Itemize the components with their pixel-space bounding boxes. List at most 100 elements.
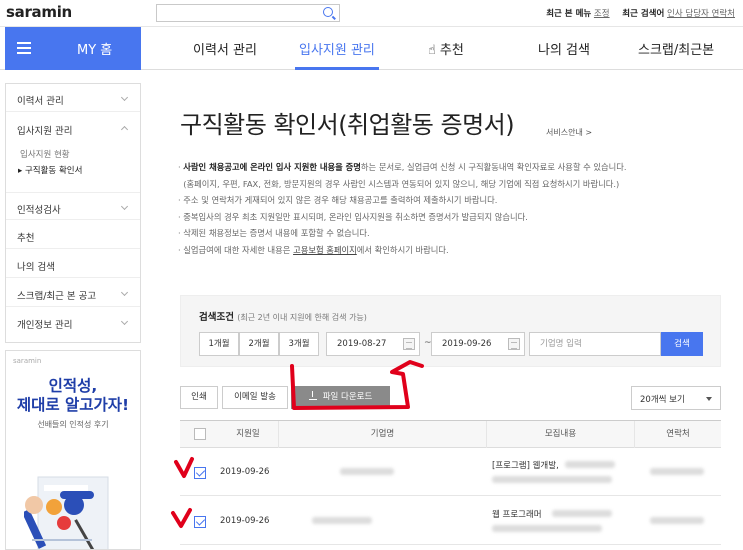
recent-search-label: 최근 검색어: [622, 9, 665, 19]
main-content: 구직활동 확인서(취업활동 증명서) 서비스안내 > · 사람인 채용공고에 온…: [156, 83, 743, 550]
notice-item: (홈페이지, 우편, FAX, 전화, 방문지원의 경우 사람인 시스템과 연동…: [178, 176, 738, 193]
sidebar: 이력서 관리 입사지원 관리 입사지원 현황 ▸ 구직활동 확인서 인적성검사 …: [5, 83, 141, 343]
recent-menu-label: 최근 본 메뉴: [546, 9, 592, 19]
notice-list: · 사람인 채용공고에 온라인 입사 지원한 내용을 증명하는 문서로, 실업급…: [178, 159, 738, 259]
notice-bold: 사람인 채용공고에 온라인 입사 지원한 내용을 증명: [183, 162, 361, 172]
sidebar-item-recommend[interactable]: 추천: [6, 221, 140, 249]
nav-recommend-label: 추천: [439, 43, 464, 58]
search-input[interactable]: [156, 4, 340, 22]
sidebar-item-label: 나의 검색: [17, 262, 55, 273]
top-bar: saramin 최근 본 메뉴 조정 최근 검색어 인사 담당자 연락처: [0, 0, 743, 27]
period-3-month-button[interactable]: 3개월: [279, 332, 319, 356]
redacted-job: [565, 461, 615, 468]
sidebar-item-my-search[interactable]: 나의 검색: [6, 250, 140, 278]
filter-title: 검색조건: [199, 312, 234, 323]
chevron-up-icon: [120, 125, 129, 134]
page-size-select[interactable]: 20개씩 보기: [631, 386, 721, 410]
search-button[interactable]: 검색: [661, 332, 703, 356]
date-to-value: 2019-09-26: [442, 339, 492, 349]
date-from-value: 2019-08-27: [337, 339, 387, 349]
sidebar-item-aptitude[interactable]: 인적성검사: [6, 192, 140, 220]
top-links: 최근 본 메뉴 조정 최근 검색어 인사 담당자 연락처: [546, 7, 735, 19]
notice-text: 에서 확인하시기 바랍니다.: [356, 244, 449, 255]
sidebar-item-resume[interactable]: 이력서 관리: [6, 84, 140, 112]
calendar-icon[interactable]: [403, 338, 415, 350]
nav-applications[interactable]: 입사지원 관리: [295, 39, 379, 70]
redacted-job: [552, 510, 612, 517]
file-download-button[interactable]: 파일 다운로드: [291, 386, 390, 409]
redacted-company: [340, 468, 394, 475]
date-from-input[interactable]: 2019-08-27: [326, 332, 420, 356]
notice-text: 주소 및 연락처가 게재되어 있지 않은 경우 해당 채용공고를 출력하여 제출…: [183, 195, 498, 206]
notice-text: 삭제된 채용정보는 증명서 내용에 포함할 수 없습니다.: [183, 228, 370, 239]
nav-scrap[interactable]: 스크랩/최근본: [638, 39, 714, 58]
page-title: 구직활동 확인서(취업활동 증명서): [180, 111, 515, 139]
sidebar-item-label: 입사지원 관리: [17, 126, 73, 137]
row-job-title[interactable]: 웹 프로그래머: [492, 508, 542, 520]
filter-label: 검색조건 (최근 2년 이내 지원에 한해 검색 가능): [199, 309, 367, 323]
global-nav: MY 홈 이력서 관리 입사지원 관리 ☝ 추천 나의 검색 스크랩/최근본: [0, 27, 743, 70]
col-date: 지원일: [236, 429, 260, 439]
employment-insurance-link[interactable]: 고용보험 홈페이지: [293, 245, 357, 255]
redacted-contact: [650, 517, 704, 524]
row-date: 2019-09-26: [220, 467, 270, 477]
chevron-down-icon: [120, 317, 129, 326]
search-filter-panel: 검색조건 (최근 2년 이내 지원에 한해 검색 가능) 1개월 2개월 3개월…: [180, 295, 721, 367]
redacted-contact: [650, 468, 704, 475]
hamburger-icon[interactable]: [17, 42, 31, 54]
chevron-down-icon: [120, 288, 129, 297]
recent-search-link[interactable]: 인사 담당자 연락처: [667, 9, 735, 19]
sidebar-item-scrap[interactable]: 스크랩/최근 본 공고: [6, 279, 140, 307]
period-1-month-button[interactable]: 1개월: [199, 332, 239, 356]
saramin-logo[interactable]: saramin: [6, 3, 72, 21]
notice-text: 중복입사의 경우 최초 지원일만 표시되며, 온라인 입사지원을 취소하면 증명…: [183, 211, 528, 222]
select-all-checkbox[interactable]: [194, 428, 206, 440]
banner-headline-line-2: 제대로 알고가자!: [16, 396, 130, 414]
row-job-title[interactable]: [프로그램] 웹개발,: [492, 459, 559, 471]
chevron-down-icon: [120, 202, 129, 211]
date-to-input[interactable]: 2019-09-26: [431, 332, 525, 356]
notice-text: 실업급여에 대한 자세한 내용은: [183, 244, 294, 255]
recent-menu-link[interactable]: 조정: [594, 9, 610, 19]
row-checkbox[interactable]: [194, 516, 206, 528]
row-checkbox[interactable]: [194, 467, 206, 479]
notice-item: · 실업급여에 대한 자세한 내용은 고용보험 홈페이지에서 확인하시기 바랍니…: [178, 244, 449, 255]
company-name-input[interactable]: 기업명 입력: [529, 332, 661, 356]
sidebar-sub-application-status[interactable]: 입사지원 현황: [20, 148, 70, 160]
email-send-button[interactable]: 이메일 발송: [222, 386, 288, 409]
chevron-down-icon: [120, 93, 129, 102]
page-size-value: 20개씩 보기: [640, 395, 685, 405]
period-2-month-button[interactable]: 2개월: [239, 332, 279, 356]
calendar-icon[interactable]: [508, 338, 520, 350]
sidebar-item-label: 추천: [17, 233, 35, 244]
application-table: 지원일 기업명 모집내용 연락처 2019-09-26 [프로그램] 웹개발, …: [180, 420, 721, 550]
nav-recommend[interactable]: ☝ 추천: [428, 39, 464, 58]
aptitude-banner[interactable]: saramin 인적성, 제대로 알고가자! 선배들의 인적성 후기: [5, 350, 141, 550]
my-home-label: MY 홈: [77, 43, 113, 58]
table-row[interactable]: 2019-09-26 [프로그램] 웹개발,: [180, 448, 721, 496]
nav-resume[interactable]: 이력서 관리: [193, 39, 257, 58]
banner-headline: 인적성, 제대로 알고가자!: [6, 377, 140, 415]
print-button[interactable]: 인쇄: [180, 386, 218, 409]
search-icon[interactable]: [323, 7, 333, 17]
col-company: 기업명: [278, 421, 486, 448]
col-contact: 연락처: [634, 421, 721, 448]
banner-brand: saramin: [13, 357, 42, 365]
service-guide-link[interactable]: 서비스안내 >: [546, 127, 592, 138]
table-row[interactable]: 2019-09-26 웹 프로그래머: [180, 497, 721, 545]
redacted-job: [492, 525, 602, 532]
nav-my-search[interactable]: 나의 검색: [538, 39, 590, 58]
caret-down-icon: [706, 397, 712, 401]
my-home-button[interactable]: MY 홈: [5, 27, 141, 70]
sidebar-item-applications[interactable]: 입사지원 관리: [6, 114, 140, 142]
sidebar-item-privacy[interactable]: 개인정보 관리: [6, 308, 140, 336]
table-header: 지원일 기업명 모집내용 연락처: [180, 420, 721, 448]
pointer-hand-icon: ☝: [428, 43, 436, 58]
sidebar-item-label: 이력서 관리: [17, 96, 64, 107]
row-date: 2019-09-26: [220, 516, 270, 526]
notice-item: · 삭제된 채용정보는 증명서 내용에 포함할 수 없습니다.: [178, 228, 370, 239]
file-download-label: 파일 다운로드: [322, 392, 373, 402]
sidebar-sub-job-certificate[interactable]: ▸ 구직활동 확인서: [18, 164, 82, 176]
notice-item: · 중복입사의 경우 최초 지원일만 표시되며, 온라인 입사지원을 취소하면 …: [178, 211, 528, 222]
banner-subtitle: 선배들의 인적성 후기: [37, 420, 109, 429]
